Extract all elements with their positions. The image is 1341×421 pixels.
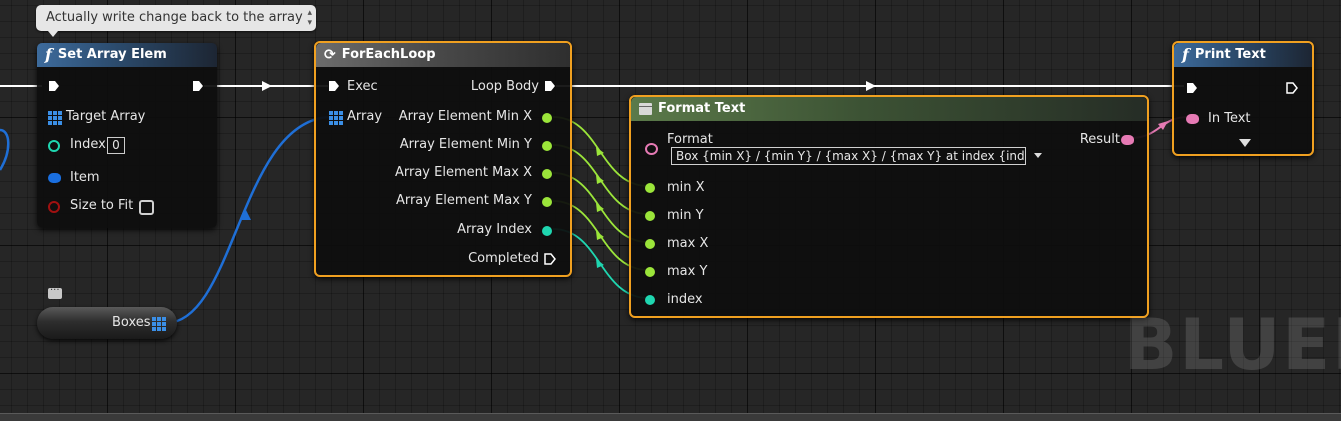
comment-bubble[interactable]: Actually write change back to the array … — [36, 5, 316, 37]
set-array-elem-node[interactable]: f Set Array Elem Target Array Index 0 It… — [37, 43, 217, 228]
expand-advanced-icon[interactable] — [1239, 139, 1251, 147]
format-text-icon — [639, 103, 652, 115]
min-y-label: min Y — [667, 208, 704, 223]
array-element-min-y-pin[interactable] — [542, 141, 552, 151]
pin-icon[interactable]: ▴ ▾ — [307, 8, 312, 28]
in-text-pin[interactable] — [1186, 114, 1199, 124]
array-element-max-x-label: Array Element Max X — [394, 165, 532, 180]
foreach-loop-title: ForEachLoop — [341, 47, 436, 62]
set-array-elem-title: Set Array Elem — [57, 47, 167, 62]
index-label: Index — [70, 137, 106, 152]
array-wire-target — [0, 128, 10, 171]
item-pin[interactable] — [48, 173, 61, 183]
function-icon: f — [1182, 45, 1189, 64]
boxes-array-pin[interactable] — [152, 317, 166, 331]
size-to-fit-label: Size to Fit — [70, 198, 134, 213]
array-element-max-y-pin[interactable] — [542, 197, 552, 207]
size-to-fit-checkbox[interactable] — [139, 200, 154, 215]
foreach-loop-header[interactable]: ⟳ ForEachLoop — [316, 43, 570, 67]
exec-out-pin[interactable] — [1286, 82, 1298, 94]
boxes-variable-node[interactable]: Boxes — [37, 307, 177, 339]
print-text-header[interactable]: f Print Text — [1174, 43, 1312, 67]
index-pin[interactable] — [645, 295, 655, 305]
loop-body-label: Loop Body — [470, 79, 539, 94]
foreach-loop-node[interactable]: ⟳ ForEachLoop Exec Loop Body Array Array… — [314, 41, 572, 277]
format-input[interactable]: Box {min X} / {min Y} / {max X} / {max Y… — [671, 147, 1026, 165]
print-text-node[interactable]: f Print Text In Text — [1172, 41, 1314, 156]
chevron-down-icon[interactable] — [1034, 153, 1042, 158]
target-array-label: Target Array — [66, 109, 146, 124]
max-y-label: max Y — [667, 264, 708, 279]
target-array-pin[interactable] — [48, 111, 62, 125]
max-y-pin[interactable] — [645, 267, 655, 277]
index-label: index — [667, 292, 703, 307]
completed-label: Completed — [468, 251, 539, 266]
result-pin[interactable] — [1121, 135, 1134, 145]
exec-in-pin[interactable] — [48, 80, 60, 92]
in-text-label: In Text — [1208, 111, 1251, 126]
array-index-label: Array Index — [457, 222, 532, 237]
max-x-label: max X — [667, 236, 709, 251]
array-pin[interactable] — [329, 111, 343, 125]
loop-icon: ⟳ — [324, 47, 336, 63]
array-label: Array — [347, 109, 383, 124]
array-element-min-x-pin[interactable] — [542, 113, 552, 123]
completed-pin[interactable] — [544, 253, 556, 265]
min-x-pin[interactable] — [645, 183, 655, 193]
array-element-max-y-label: Array Element Max Y — [395, 193, 532, 208]
boxes-label: Boxes — [112, 315, 151, 330]
exec-label: Exec — [347, 79, 378, 94]
item-label: Item — [70, 170, 100, 185]
exec-wire-arrow — [866, 81, 876, 91]
format-pin[interactable] — [645, 143, 658, 155]
array-index-pin[interactable] — [542, 226, 552, 236]
array-element-max-x-pin[interactable] — [542, 169, 552, 179]
format-text-node[interactable]: Format Text Format Result min X min Y ma… — [629, 95, 1149, 318]
min-y-pin[interactable] — [645, 211, 655, 221]
exec-wire-arrow — [262, 81, 272, 91]
array-element-min-y-label: Array Element Min Y — [399, 137, 532, 152]
format-label: Format — [667, 132, 713, 147]
size-to-fit-pin[interactable] — [48, 201, 60, 213]
format-text-title: Format Text — [658, 101, 746, 116]
function-icon: f — [45, 45, 52, 64]
min-x-label: min X — [667, 180, 705, 195]
print-text-title: Print Text — [1194, 47, 1266, 62]
index-input[interactable]: 0 — [107, 137, 125, 154]
max-x-pin[interactable] — [645, 239, 655, 249]
loop-body-pin[interactable] — [544, 80, 556, 92]
format-text-header[interactable]: Format Text — [631, 97, 1147, 121]
exec-out-pin[interactable] — [192, 80, 204, 92]
index-pin[interactable] — [48, 140, 60, 152]
exec-in-pin[interactable] — [328, 80, 340, 92]
comment-icon[interactable] — [48, 282, 62, 299]
set-array-elem-header[interactable]: f Set Array Elem — [37, 43, 217, 67]
comment-text: Actually write change back to the array — [46, 10, 303, 25]
exec-in-pin[interactable] — [1186, 82, 1198, 94]
array-element-min-x-label: Array Element Min X — [398, 109, 532, 124]
result-label: Result — [1079, 132, 1120, 147]
blueprint-watermark: BLUEP — [1124, 304, 1341, 386]
